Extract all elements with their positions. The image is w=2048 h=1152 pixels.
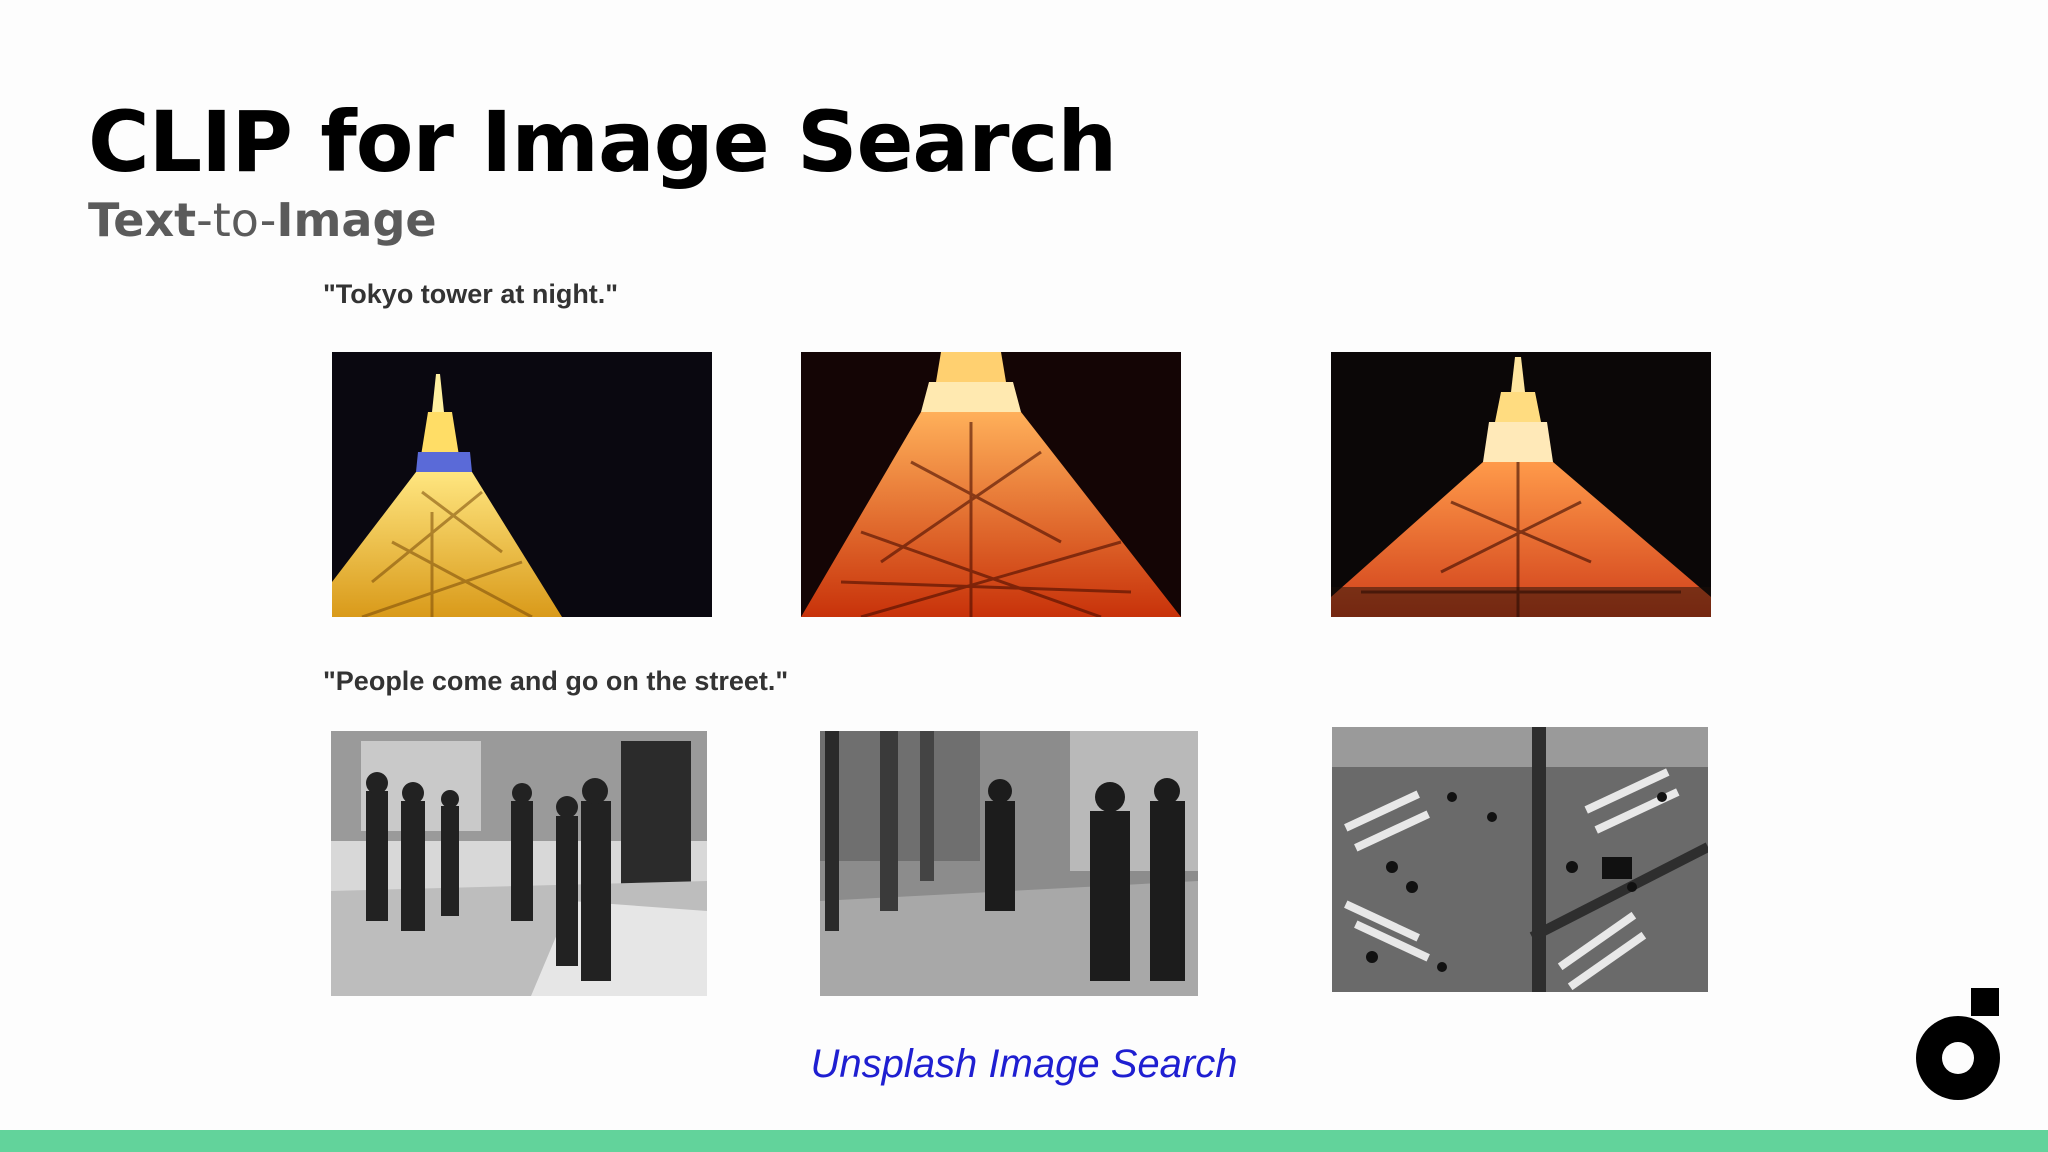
query-tokyo-tower: "Tokyo tower at night." [323,279,619,309]
result-image-street-1[interactable] [331,731,707,996]
result-image-tokyo-3[interactable] [1331,352,1711,617]
result-image-street-3[interactable] [1332,727,1708,992]
slide-title: CLIP for Image Search [88,93,1117,191]
result-image-tokyo-1[interactable] [332,352,712,617]
query-street-people: "People come and go on the street." [323,666,789,696]
result-image-street-2[interactable] [820,731,1198,996]
unsplash-search-link[interactable]: Unsplash Image Search [0,1040,2048,1088]
slide-subtitle: Text-to-Image [88,192,437,248]
brand-logo-icon [1916,988,2000,1100]
subtitle-image: Image [276,193,437,247]
accent-bar [0,1130,2048,1152]
subtitle-separator: -to- [196,193,277,247]
result-image-tokyo-2[interactable] [801,352,1181,617]
subtitle-text: Text [88,193,197,247]
